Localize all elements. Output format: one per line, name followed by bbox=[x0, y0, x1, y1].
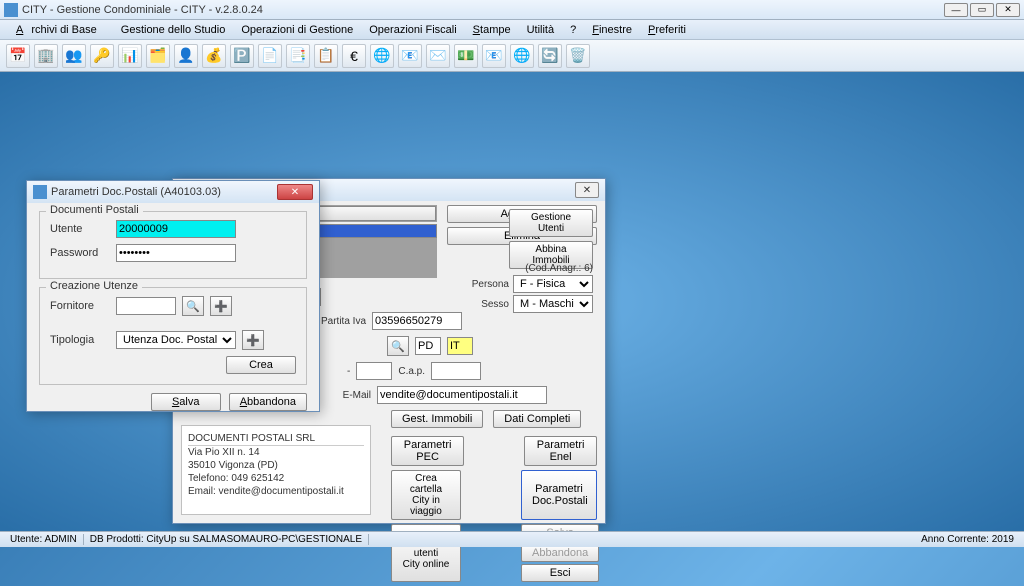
tb-cash-icon[interactable]: 💵 bbox=[454, 44, 478, 68]
menu-utilita[interactable]: Utilità bbox=[519, 24, 563, 36]
persona-label: Persona bbox=[472, 279, 509, 290]
salva-dlg-button[interactable]: Salva bbox=[151, 393, 221, 411]
tb-parking-icon[interactable]: 🅿️ bbox=[230, 44, 254, 68]
cap-field[interactable] bbox=[431, 362, 481, 380]
fornitore-add-button[interactable]: ➕ bbox=[210, 296, 232, 316]
group1-title: Documenti Postali bbox=[46, 204, 143, 216]
menu-operazioni-gestione[interactable]: Operazioni di Gestione bbox=[233, 24, 361, 36]
password-label: Password bbox=[50, 247, 110, 259]
dlg-titlebar: Parametri Doc.Postali (A40103.03) ✕ bbox=[27, 181, 319, 203]
gest-immobili-button[interactable]: Gest. Immobili bbox=[391, 410, 483, 428]
crea-cartella-button[interactable]: Crea cartella City in viaggio bbox=[391, 470, 461, 520]
menu-stampe[interactable]: Stampe bbox=[465, 24, 519, 36]
tb-doc2-icon[interactable]: 📑 bbox=[286, 44, 310, 68]
piva-field[interactable] bbox=[372, 312, 462, 330]
tb-doc1-icon[interactable]: 📄 bbox=[258, 44, 282, 68]
maximize-button[interactable]: ▭ bbox=[970, 3, 994, 17]
tb-trash-icon[interactable]: 🗑️ bbox=[566, 44, 590, 68]
statusbar: Utente: ADMIN DB Prodotti: CityUp su SAL… bbox=[0, 531, 1024, 547]
tipologia-select[interactable]: Utenza Doc. Postali bbox=[116, 331, 236, 349]
dati-completi-button[interactable]: Dati Completi bbox=[493, 410, 581, 428]
persona-select[interactable]: F - Fisica bbox=[513, 275, 593, 293]
tb-envelope-icon[interactable]: ✉️ bbox=[426, 44, 450, 68]
tb-globe2-icon[interactable]: 🌐 bbox=[510, 44, 534, 68]
app-icon bbox=[4, 3, 18, 17]
group2-title: Creazione Utenze bbox=[46, 280, 142, 292]
detail-line4: Telefono: 049 625142 bbox=[188, 472, 364, 485]
menubar: Archivi di Base Gestione dello Studio Op… bbox=[0, 20, 1024, 40]
mdi-area: (DAM - A40103.01) ✕ Nome RL bbox=[0, 72, 1024, 531]
menu-finestre[interactable]: Finestre bbox=[584, 24, 640, 36]
sb-db: DB Prodotti: CityUp su SALMASOMAURO-PC\G… bbox=[84, 534, 369, 545]
dlg-icon bbox=[33, 185, 47, 199]
detail-line1: DOCUMENTI POSTALI SRL bbox=[188, 432, 364, 446]
tb-refresh-icon[interactable]: 🔄 bbox=[538, 44, 562, 68]
utente-field[interactable] bbox=[116, 220, 236, 238]
detail-line3: 35010 Vigonza (PD) bbox=[188, 459, 364, 472]
nazione-field[interactable] bbox=[447, 337, 473, 355]
sesso-label: Sesso bbox=[481, 299, 509, 310]
cap-label: C.a.p. bbox=[398, 366, 425, 377]
dlg-title: Parametri Doc.Postali (A40103.03) bbox=[51, 186, 277, 198]
email-field[interactable] bbox=[377, 386, 547, 404]
piva-label: Partita Iva bbox=[321, 316, 366, 327]
fornitore-lookup-button[interactable]: 🔍 bbox=[182, 296, 204, 316]
fornitore-field[interactable] bbox=[116, 297, 176, 315]
menu-archivi[interactable]: Archivi di Base bbox=[8, 24, 113, 36]
tb-globe1-icon[interactable]: 🌐 bbox=[370, 44, 394, 68]
tb-people-icon[interactable]: 👥 bbox=[62, 44, 86, 68]
app-title: CITY - Gestione Condominiale - CITY - v.… bbox=[22, 4, 944, 16]
detail-line5: Email: vendite@documentipostali.it bbox=[188, 485, 364, 498]
dlg-close-button[interactable]: ✕ bbox=[277, 184, 313, 200]
menu-preferiti[interactable]: Preferiti bbox=[640, 24, 694, 36]
group-documenti-postali: Documenti Postali Utente Password bbox=[39, 211, 307, 279]
abbandona-dlg-button[interactable]: Abbandona bbox=[229, 393, 307, 411]
menu-operazioni-fiscali[interactable]: Operazioni Fiscali bbox=[361, 24, 464, 36]
tb-money-icon[interactable]: 💰 bbox=[202, 44, 226, 68]
dash-label: - bbox=[347, 366, 350, 377]
sesso-select[interactable]: M - Maschio bbox=[513, 295, 593, 313]
parametri-docpostali-dialog: Parametri Doc.Postali (A40103.03) ✕ Docu… bbox=[26, 180, 320, 412]
cod-anagr-label: (Cod.Anagr.: 6) bbox=[525, 263, 593, 274]
gestione-utenti-button[interactable]: Gestione Utenti bbox=[509, 209, 593, 237]
tb-clipboard-icon[interactable]: 📋 bbox=[314, 44, 338, 68]
esci-main-button[interactable]: Esci bbox=[521, 564, 599, 582]
toolbar: 📅 🏢 👥 🔑 📊 🗂️ 👤 💰 🅿️ 📄 📑 📋 € 🌐 📧 ✉️ 💵 📧 🌐… bbox=[0, 40, 1024, 72]
group-creazione-utenze: Creazione Utenze Fornitore 🔍 ➕ Tipologia… bbox=[39, 287, 307, 385]
tb-mail1-icon[interactable]: 📧 bbox=[398, 44, 422, 68]
civico-field[interactable] bbox=[356, 362, 392, 380]
close-button[interactable]: ✕ bbox=[996, 3, 1020, 17]
tb-mail2-icon[interactable]: 📧 bbox=[482, 44, 506, 68]
tb-key-icon[interactable]: 🔑 bbox=[90, 44, 114, 68]
tb-folder-icon[interactable]: 🗂️ bbox=[146, 44, 170, 68]
utente-label: Utente bbox=[50, 223, 110, 235]
parametri-pec-button[interactable]: Parametri PEC bbox=[391, 436, 464, 466]
tipologia-label: Tipologia bbox=[50, 334, 110, 346]
detail-line2: Via Pio XII n. 14 bbox=[188, 446, 364, 459]
crea-button[interactable]: Crea bbox=[226, 356, 296, 374]
menu-help[interactable]: ? bbox=[562, 24, 584, 36]
tb-calendar-icon[interactable]: 📅 bbox=[6, 44, 30, 68]
app-titlebar: CITY - Gestione Condominiale - CITY - v.… bbox=[0, 0, 1024, 20]
tipologia-add-button[interactable]: ➕ bbox=[242, 330, 264, 350]
window-buttons: — ▭ ✕ bbox=[944, 3, 1020, 17]
sb-utente: Utente: ADMIN bbox=[4, 534, 84, 545]
tb-building-icon[interactable]: 🏢 bbox=[34, 44, 58, 68]
parametri-doc-postali-button[interactable]: Parametri Doc.Postali bbox=[521, 470, 597, 520]
tb-chart-icon[interactable]: 📊 bbox=[118, 44, 142, 68]
main-window-close-button[interactable]: ✕ bbox=[575, 182, 599, 198]
lookup-localita-button[interactable]: 🔍 bbox=[387, 336, 409, 356]
parametri-enel-button[interactable]: Parametri Enel bbox=[524, 436, 597, 466]
minimize-button[interactable]: — bbox=[944, 3, 968, 17]
menu-gestione-studio[interactable]: Gestione dello Studio bbox=[113, 24, 234, 36]
prov-field[interactable] bbox=[415, 337, 441, 355]
detail-summary: DOCUMENTI POSTALI SRL Via Pio XII n. 14 … bbox=[181, 425, 371, 515]
fornitore-label: Fornitore bbox=[50, 300, 110, 312]
tb-person-icon[interactable]: 👤 bbox=[174, 44, 198, 68]
password-field[interactable] bbox=[116, 244, 236, 262]
sb-anno: Anno Corrente: 2019 bbox=[915, 534, 1020, 545]
tb-euro-icon[interactable]: € bbox=[342, 44, 366, 68]
